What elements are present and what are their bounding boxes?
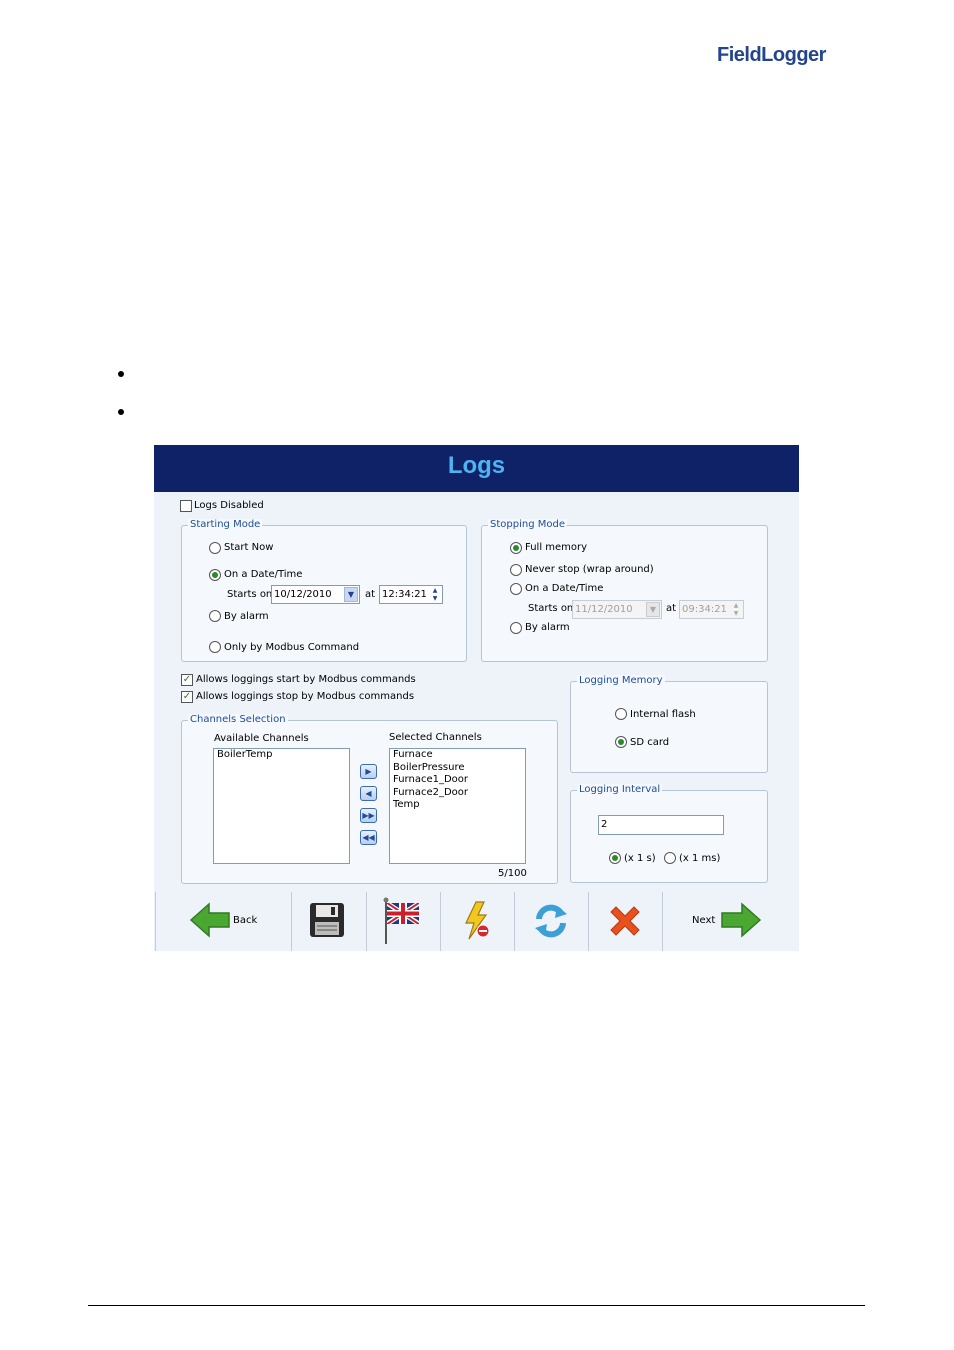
start-time-value: 12:34:21 xyxy=(382,589,427,600)
interval-ms-radio[interactable] xyxy=(664,852,676,864)
internal-flash-radio[interactable] xyxy=(615,708,627,720)
stopping-mode-legend: Stopping Mode xyxy=(488,519,567,531)
allow-stop-modbus-label: Allows loggings stop by Modbus commands xyxy=(196,691,415,702)
stop-never-label: Never stop (wrap around) xyxy=(525,564,654,575)
refresh-button[interactable] xyxy=(514,892,589,951)
starting-mode-group: Starting Mode Start Now On a Date/Time S… xyxy=(181,519,467,662)
next-label: Next xyxy=(692,915,716,926)
start-now-radio[interactable] xyxy=(209,542,221,554)
close-x-icon xyxy=(610,906,640,936)
chevron-down-icon[interactable]: ▼ xyxy=(344,587,358,602)
start-on-date-radio[interactable] xyxy=(209,569,221,581)
back-button[interactable]: Back xyxy=(155,892,292,951)
allow-stop-modbus-checkbox[interactable]: ✓ xyxy=(181,691,193,703)
start-at-label: at xyxy=(365,589,376,600)
window-title: Logs xyxy=(447,452,506,479)
stop-never-radio[interactable] xyxy=(510,564,522,576)
available-channels-list[interactable]: BoilerTemp xyxy=(213,748,350,864)
stop-on-date-radio[interactable] xyxy=(510,583,522,595)
stop-on-date-label: On a Date/Time xyxy=(525,583,604,594)
connect-button[interactable] xyxy=(440,892,515,951)
uk-flag-icon xyxy=(383,897,419,944)
logs-disabled-label: Logs Disabled xyxy=(194,500,264,511)
chevron-down-icon[interactable]: ▼ xyxy=(646,602,660,617)
start-only-modbus-label: Only by Modbus Command xyxy=(224,642,360,653)
bottom-toolbar: Back Next xyxy=(154,892,799,951)
stop-full-memory-label: Full memory xyxy=(525,542,588,553)
logging-memory-legend: Logging Memory xyxy=(577,675,665,687)
move-left-icon[interactable]: ◀ xyxy=(360,786,377,801)
start-by-alarm-label: By alarm xyxy=(224,611,269,622)
available-channels-label: Available Channels xyxy=(214,733,309,744)
start-time-spinner[interactable]: 12:34:21 ▲ ▼ xyxy=(379,585,443,604)
stop-time-spinner[interactable]: 09:34:21 ▲ ▼ xyxy=(679,600,744,619)
title-bar: Logs xyxy=(154,445,799,492)
stop-starts-on-label: Starts on xyxy=(528,603,574,614)
stop-by-alarm-label: By alarm xyxy=(525,622,570,633)
list-item[interactable]: Furnace xyxy=(390,749,525,762)
footer-divider xyxy=(88,1305,865,1306)
logging-memory-group: Logging Memory Internal flash SD card xyxy=(570,675,768,773)
stop-time-value: 09:34:21 xyxy=(682,604,727,615)
bullet-point xyxy=(118,371,124,377)
list-item[interactable]: Furnace1_Door xyxy=(390,774,525,787)
logging-interval-input[interactable]: 2 xyxy=(598,815,724,835)
logging-interval-legend: Logging Interval xyxy=(577,784,663,796)
logging-interval-group: Logging Interval 2 (x 1 s) (x 1 ms) xyxy=(570,784,768,883)
cancel-button[interactable] xyxy=(588,892,663,951)
channels-selection-group: Channels Selection Available Channels Bo… xyxy=(181,714,558,884)
stop-by-alarm-radio[interactable] xyxy=(510,622,522,634)
stop-at-label: at xyxy=(666,603,677,614)
logging-interval-value: 2 xyxy=(601,819,608,830)
allow-start-modbus-checkbox[interactable]: ✓ xyxy=(181,674,193,686)
stop-date-dropdown[interactable]: 11/12/2010 ▼ xyxy=(572,600,662,619)
list-item[interactable]: BoilerPressure xyxy=(390,762,525,775)
floppy-disk-icon xyxy=(310,903,344,937)
selected-channels-list[interactable]: Furnace BoilerPressure Furnace1_Door Fur… xyxy=(389,748,526,864)
start-only-modbus-radio[interactable] xyxy=(209,641,221,653)
channels-selection-legend: Channels Selection xyxy=(188,714,288,726)
list-item[interactable]: BoilerTemp xyxy=(214,749,349,762)
selected-channels-label: Selected Channels xyxy=(389,732,482,743)
language-button[interactable] xyxy=(366,892,441,951)
start-starts-on-label: Starts on xyxy=(227,589,273,600)
back-label: Back xyxy=(233,915,258,926)
move-right-icon[interactable]: ▶ xyxy=(360,764,377,779)
fieldlogger-logo: FieldLogger xyxy=(717,44,826,67)
stop-date-value: 11/12/2010 xyxy=(575,604,633,615)
move-all-left-icon[interactable]: ◀◀ xyxy=(360,830,377,845)
stopping-mode-group: Stopping Mode Full memory Never stop (wr… xyxy=(481,519,768,662)
spinner-arrows-icon[interactable]: ▲ ▼ xyxy=(429,587,441,602)
start-now-label: Start Now xyxy=(224,542,274,553)
starting-mode-legend: Starting Mode xyxy=(188,519,263,531)
spinner-arrows-icon[interactable]: ▲ ▼ xyxy=(730,602,742,617)
sd-card-label: SD card xyxy=(630,737,670,748)
allow-start-modbus-label: Allows loggings start by Modbus commands xyxy=(196,674,416,685)
logo-text: FieldLogger xyxy=(717,44,826,66)
stop-full-memory-radio[interactable] xyxy=(510,542,522,554)
interval-seconds-radio[interactable] xyxy=(609,852,621,864)
list-item[interactable]: Temp xyxy=(390,799,525,812)
next-button[interactable]: Next xyxy=(662,892,799,951)
interval-seconds-label: (x 1 s) xyxy=(624,853,656,864)
start-date-dropdown[interactable]: 10/12/2010 ▼ xyxy=(271,585,360,604)
logs-window: Logs Logs Disabled Starting Mode Start N… xyxy=(154,445,799,951)
list-item[interactable]: Furnace2_Door xyxy=(390,787,525,800)
move-all-right-icon[interactable]: ▶▶ xyxy=(360,808,377,823)
interval-ms-label: (x 1 ms) xyxy=(679,853,721,864)
logs-disabled-checkbox[interactable] xyxy=(180,500,192,512)
internal-flash-label: Internal flash xyxy=(630,709,696,720)
next-arrow-icon xyxy=(721,902,762,938)
back-arrow-icon xyxy=(189,902,230,938)
channel-count: 5/100 xyxy=(498,868,527,879)
bullet-point xyxy=(118,409,124,415)
start-on-date-label: On a Date/Time xyxy=(224,569,303,580)
sd-card-radio[interactable] xyxy=(615,736,627,748)
refresh-icon xyxy=(535,904,567,938)
start-date-value: 10/12/2010 xyxy=(274,589,332,600)
save-button[interactable] xyxy=(291,892,367,951)
lightning-icon xyxy=(465,901,490,940)
start-by-alarm-radio[interactable] xyxy=(209,610,221,622)
